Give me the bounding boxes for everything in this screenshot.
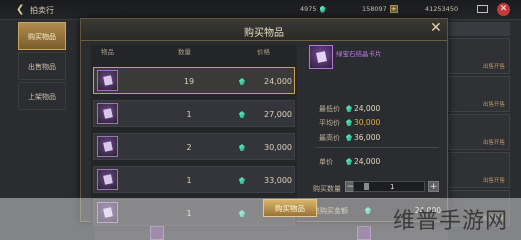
modal-title: 购买物品 bbox=[244, 28, 284, 39]
gem-icon bbox=[346, 119, 352, 126]
row-price: 33,000 bbox=[264, 176, 292, 185]
sidebar-item-buy[interactable]: 购买物品 bbox=[18, 22, 66, 50]
table-row[interactable]: 19 24,000 bbox=[93, 67, 295, 94]
column-header-qty: 数量 bbox=[178, 48, 191, 56]
quantity-label: 购买数量 bbox=[313, 185, 341, 193]
max-price-label: 最高价 bbox=[319, 134, 340, 142]
selected-card-icon bbox=[309, 45, 333, 69]
card-item-icon bbox=[97, 136, 118, 157]
purchase-modal: 购买物品 ✕ 物品 数量 价格 19 24,000 1 27,000 2 30,… bbox=[80, 18, 448, 226]
avg-price-label: 平均价 bbox=[319, 119, 340, 127]
card-item-icon bbox=[97, 70, 118, 91]
column-header-price: 价格 bbox=[257, 48, 270, 56]
buy-button[interactable]: 购买物品 bbox=[263, 199, 317, 217]
gem-icon bbox=[319, 5, 326, 13]
row-price: 24,000 bbox=[264, 77, 292, 86]
sidebar-item-sell[interactable]: 出售物品 bbox=[18, 52, 66, 80]
divider bbox=[315, 147, 439, 148]
resource-counter-3: 41253450 bbox=[425, 5, 459, 13]
right-list-item[interactable]: 出售开售 bbox=[448, 114, 510, 150]
quantity-increase-button[interactable]: + bbox=[428, 181, 439, 192]
right-panel-header bbox=[448, 22, 510, 36]
unit-price-value: 24,000 bbox=[354, 157, 381, 166]
resource-counter-2: 158097 + bbox=[362, 5, 398, 13]
table-row[interactable]: 1 27,000 bbox=[93, 100, 295, 127]
row-price: 30,000 bbox=[264, 143, 292, 152]
sidebar-item-list[interactable]: 上架物品 bbox=[18, 82, 66, 110]
back-arrow-icon[interactable]: ❮ bbox=[16, 4, 24, 15]
right-list-item[interactable]: 出售开售 bbox=[448, 38, 510, 74]
gem-icon bbox=[346, 134, 352, 141]
gem-icon bbox=[346, 105, 352, 112]
item-name: 绿宝石结晶卡片 bbox=[336, 50, 382, 58]
table-row[interactable]: 1 33,000 bbox=[93, 166, 295, 193]
card-item-icon bbox=[97, 103, 118, 124]
min-price-label: 最低价 bbox=[319, 105, 340, 113]
avg-price-value: 30,000 bbox=[354, 118, 381, 127]
right-list-item[interactable]: 出售开售 bbox=[448, 152, 510, 188]
unit-price-label: 单价 bbox=[319, 158, 333, 166]
add-currency-icon[interactable]: + bbox=[389, 5, 398, 13]
row-quantity: 1 bbox=[186, 110, 192, 119]
row-price: 27,000 bbox=[264, 110, 292, 119]
resource-counter-1: 4975 bbox=[300, 5, 326, 13]
table-row[interactable]: 2 30,000 bbox=[93, 133, 295, 160]
max-price-value: 36,000 bbox=[354, 133, 381, 142]
item-detail-panel: 绿宝石结晶卡片 最低价 24,000 平均价 30,000 最高价 36,000… bbox=[309, 45, 443, 223]
modal-header: 购买物品 ✕ bbox=[81, 19, 447, 41]
quantity-slider-handle-icon[interactable] bbox=[364, 183, 369, 190]
close-window-icon[interactable]: ✕ bbox=[497, 3, 510, 16]
sidebar: 购买物品 出售物品 上架物品 bbox=[18, 22, 66, 112]
column-header-item: 物品 bbox=[101, 48, 114, 56]
top-bar: ❮ 拍卖行 4975 158097 + 41253450 ✕ bbox=[0, 0, 521, 20]
row-quantity: 1 bbox=[186, 176, 192, 185]
mail-icon[interactable] bbox=[477, 5, 488, 13]
min-price-value: 24,000 bbox=[354, 104, 381, 113]
site-watermark: 维普手游网 bbox=[393, 209, 509, 234]
gem-icon bbox=[346, 158, 352, 165]
right-list-item[interactable]: 出售开售 bbox=[448, 76, 510, 112]
right-background-panel: 出售开售 出售开售 出售开售 出售开售 出售开售 bbox=[448, 22, 510, 226]
app-title: 拍卖行 bbox=[30, 6, 54, 15]
row-quantity: 19 bbox=[183, 77, 195, 86]
card-item-icon bbox=[97, 169, 118, 190]
row-quantity: 2 bbox=[186, 143, 192, 152]
close-icon[interactable]: ✕ bbox=[430, 21, 442, 35]
